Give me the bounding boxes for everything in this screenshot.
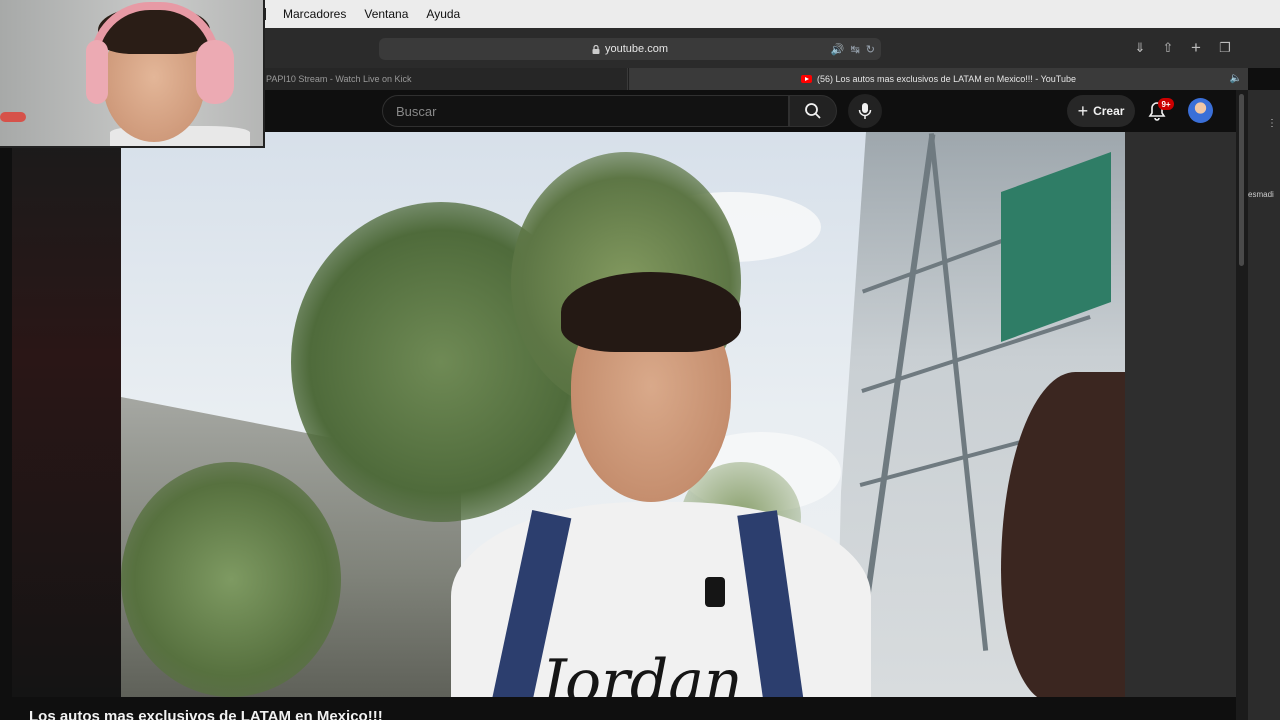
menu-item-marcadores[interactable]: Marcadores xyxy=(283,7,346,21)
menu-item-ayuda[interactable]: Ayuda xyxy=(426,7,460,21)
voice-search-button[interactable] xyxy=(848,94,882,128)
page-scrollbar[interactable] xyxy=(1236,90,1248,720)
speaker-icon[interactable]: 🔊 xyxy=(831,43,845,56)
address-bar[interactable]: youtube.com 🔊 ↹ ↻ xyxy=(379,38,881,60)
left-background xyxy=(12,132,121,697)
shirt-text: Jordan xyxy=(541,647,743,697)
tab-overview-icon[interactable]: ❐ xyxy=(1217,40,1233,56)
reload-icon[interactable]: ↻ xyxy=(866,43,875,56)
search-button[interactable] xyxy=(789,95,837,127)
palm-tree xyxy=(121,462,341,697)
download-icon[interactable]: ⇓ xyxy=(1132,40,1148,56)
video-player[interactable]: Jordan xyxy=(121,132,1125,697)
video-title: Los autos mas exclusivos de LATAM en Mex… xyxy=(29,708,383,720)
video-person: Jordan xyxy=(451,272,871,697)
adjacent-window-text: esmadi xyxy=(1248,190,1274,199)
notification-badge: 9+ xyxy=(1158,98,1174,110)
tab-title: (56) Los autos mas exclusivos de LATAM e… xyxy=(817,74,1076,84)
translate-icon[interactable]: ↹ xyxy=(851,43,860,56)
plus-icon: + xyxy=(1077,100,1089,121)
create-label: Crear xyxy=(1093,104,1125,118)
youtube-favicon-icon xyxy=(801,75,813,83)
search-icon xyxy=(805,103,821,119)
url-text: youtube.com xyxy=(605,43,668,55)
right-background xyxy=(1125,132,1236,697)
more-icon[interactable]: ⋮ xyxy=(1267,118,1277,129)
adjacent-window: ⋮ esmadi xyxy=(1248,90,1280,720)
screen: Marcadores Ventana Ayuda youtube.com 🔊 ↹… xyxy=(0,0,1280,720)
lock-icon xyxy=(592,44,600,54)
scrollbar-thumb[interactable] xyxy=(1239,94,1244,266)
microphone-icon xyxy=(858,103,872,119)
new-tab-icon[interactable]: + xyxy=(1188,38,1204,57)
share-icon[interactable]: ⇧ xyxy=(1160,40,1176,56)
tab-audio-icon[interactable]: 🔈 xyxy=(1230,73,1242,84)
search-placeholder: Buscar xyxy=(396,103,437,119)
tab-title: PAPI10 Stream - Watch Live on Kick xyxy=(266,74,412,84)
tab-kick[interactable]: PAPI10 Stream - Watch Live on Kick xyxy=(264,68,628,90)
search-input[interactable]: Buscar xyxy=(382,95,789,127)
user-avatar[interactable] xyxy=(1188,98,1213,123)
tab-youtube[interactable]: (56) Los autos mas exclusivos de LATAM e… xyxy=(629,68,1248,90)
menu-item-ventana[interactable]: Ventana xyxy=(364,7,408,21)
create-button[interactable]: + Crear xyxy=(1067,95,1135,127)
webcam-overlay xyxy=(0,0,265,148)
